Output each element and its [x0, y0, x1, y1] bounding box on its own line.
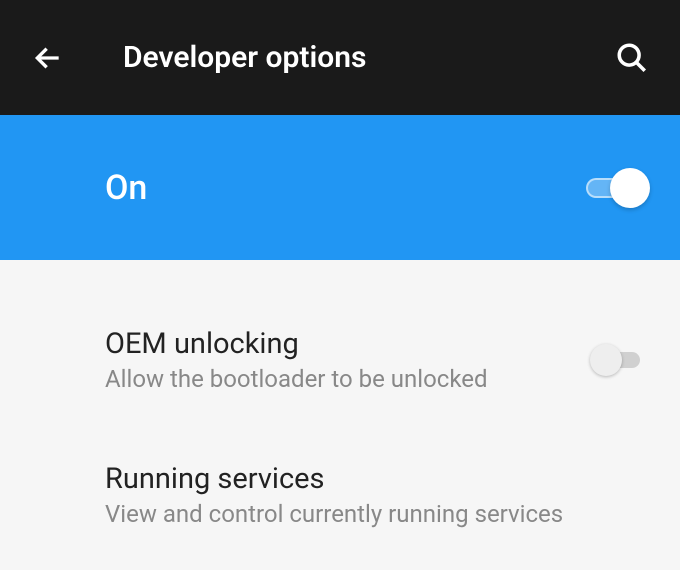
setting-title: OEM unlocking [105, 327, 590, 361]
master-toggle-label: On [105, 168, 586, 208]
setting-subtitle: Allow the bootloader to be unlocked [105, 365, 590, 393]
setting-subtitle: View and control currently running servi… [105, 500, 650, 528]
toggle-thumb [610, 168, 650, 208]
spacer [0, 405, 680, 450]
app-header: Developer options [0, 0, 680, 115]
toggle-switch-on[interactable] [586, 168, 650, 208]
developer-options-master-toggle[interactable]: On [0, 115, 680, 260]
setting-oem-unlocking[interactable]: OEM unlocking Allow the bootloader to be… [0, 315, 680, 405]
back-button[interactable] [28, 38, 68, 78]
arrow-left-icon [32, 42, 64, 74]
page-title: Developer options [123, 40, 612, 75]
setting-text: OEM unlocking Allow the bootloader to be… [105, 327, 590, 393]
settings-list: OEM unlocking Allow the bootloader to be… [0, 260, 680, 540]
search-icon [615, 41, 649, 75]
setting-title: Running services [105, 462, 650, 496]
search-button[interactable] [612, 38, 652, 78]
toggle-thumb [590, 344, 622, 376]
oem-unlocking-toggle[interactable] [590, 342, 650, 378]
setting-running-services[interactable]: Running services View and control curren… [0, 450, 680, 540]
setting-text: Running services View and control curren… [105, 462, 650, 528]
